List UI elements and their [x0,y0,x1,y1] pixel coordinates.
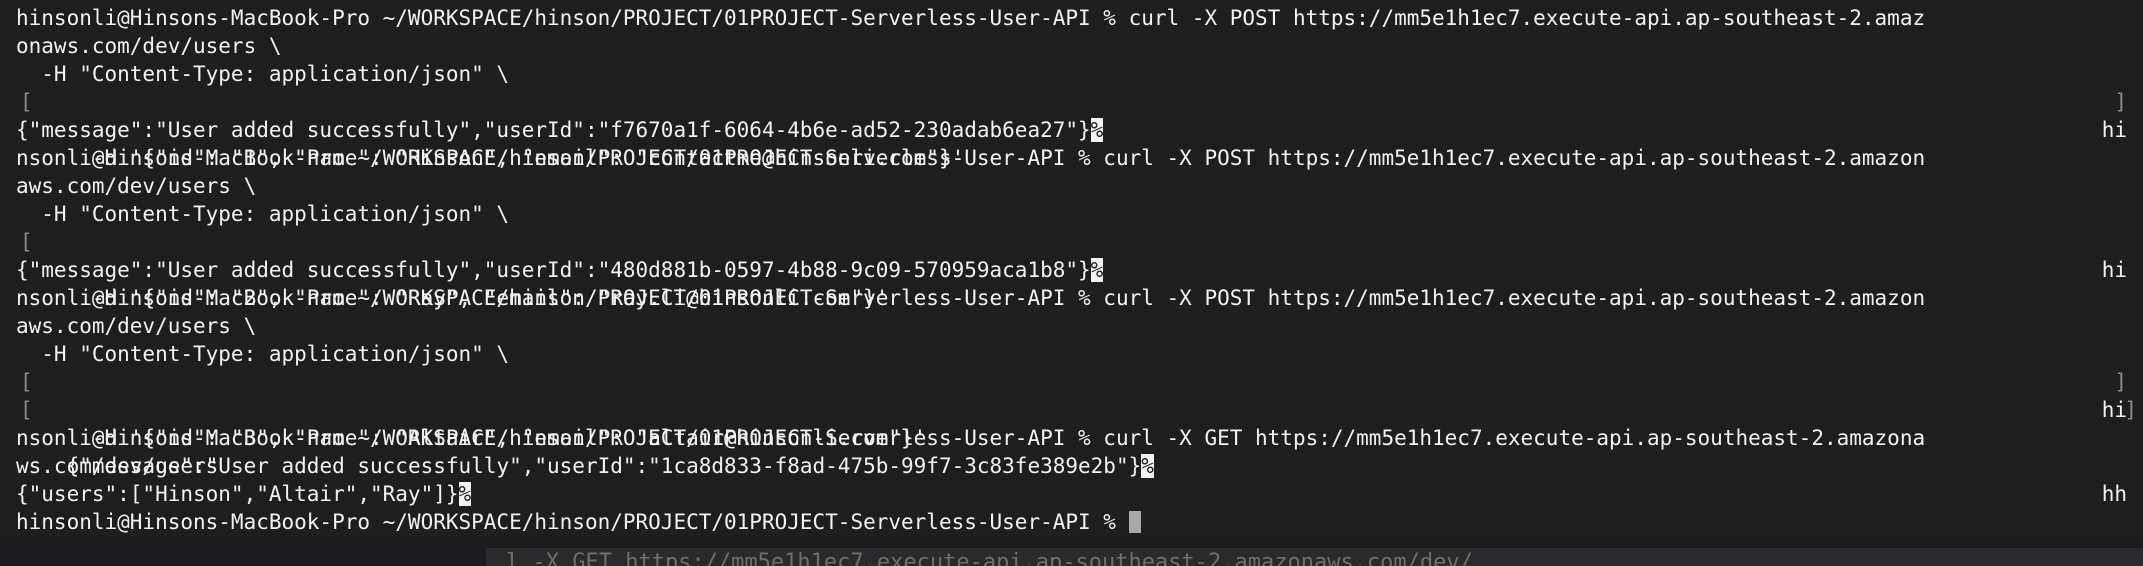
header-arg-2: -H "Content-Type: application/json" \ [16,202,510,226]
left-bracket-marker: [ [20,230,33,254]
left-bracket-marker: [ [20,90,33,114]
data-arg-3: [ -d '{"id": "3", "name": "Altair", "ema… [20,370,2127,450]
wrap-fragment: hi [2101,118,2127,142]
response-line-3: [ {"message":"User added successfully","… [20,398,2137,478]
command-line-3: nsonli@Hinsons-MacBook-Pro ~/WORKSPACE/h… [16,286,1926,310]
shell-prompt: hinsonli@Hinsons-MacBook-Pro ~/WORKSPACE… [16,510,1129,534]
no-newline-marker: % [458,482,472,506]
text-cursor [1128,511,1141,533]
no-newline-marker: % [1090,258,1104,282]
response-line-4: {"users":["Hinson","Altair","Ray"]}% hh [16,482,2127,506]
right-bracket-marker: ] [2114,90,2127,114]
header-arg-1: -H "Content-Type: application/json" \ [16,62,510,86]
no-newline-marker: % [1090,118,1104,142]
command-line-1: hinsonli@Hinsons-MacBook-Pro ~/WORKSPACE… [16,6,1926,30]
command-line-3-wrap: aws.com/dev/users \ [16,314,257,338]
command-line-2: nsonli@Hinsons-MacBook-Pro ~/WORKSPACE/h… [16,146,1926,170]
active-prompt-line[interactable]: hinsonli@Hinsons-MacBook-Pro ~/WORKSPACE… [16,508,2127,536]
response-line-1: {"message":"User added successfully","us… [16,118,2127,142]
right-bracket-marker: ] [2114,370,2127,394]
background-command-text: l -X GET https://mm5e1h1ec7.execute-api.… [506,550,1473,566]
command-line-2-wrap: aws.com/dev/users \ [16,174,257,198]
wrap-fragment: hi [2101,398,2127,422]
wrap-fragment: hi [2101,258,2127,282]
left-bracket-marker: [ [20,398,33,422]
background-window[interactable]: l -X GET https://mm5e1h1ec7.execute-api.… [486,548,2143,566]
command-line-1-wrap: onaws.com/dev/users \ [16,34,282,58]
left-bracket-marker: [ [20,370,33,394]
right-bracket-marker: ] [2124,398,2137,422]
header-arg-3: -H "Content-Type: application/json" \ [16,342,510,366]
command-line-4: nsonli@Hinsons-MacBook-Pro ~/WORKSPACE/h… [16,426,1926,450]
command-line-4-wrap: ws.com/dev/users [16,454,219,478]
wrap-fragment: hh [2101,482,2127,506]
data-arg-2: [ -d '{"id": "2", "name": "Ray", "email"… [20,230,889,310]
response-line-2: {"message":"User added successfully","us… [16,258,2127,282]
data-arg-1: [ -d '{"id": "1", "name": "Hinson", "ema… [20,90,2127,170]
terminal-window[interactable]: hi nsonli@Hinsons-MacBook-Pro ~/WORKSPACE… [0,0,2143,542]
